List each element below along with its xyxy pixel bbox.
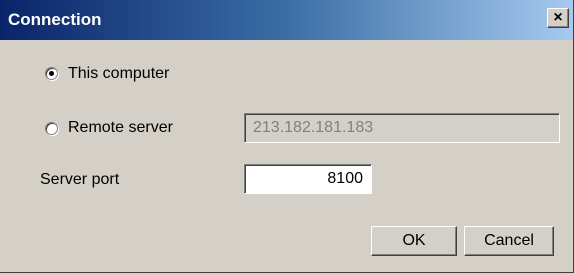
cancel-button[interactable]: Cancel bbox=[464, 226, 554, 256]
ok-button[interactable]: OK bbox=[371, 226, 457, 256]
this-computer-label[interactable]: This computer bbox=[68, 64, 169, 84]
server-port-input[interactable]: 8100 bbox=[244, 164, 372, 194]
title-bar[interactable]: Connection × bbox=[0, 0, 573, 40]
dialog-title: Connection bbox=[8, 10, 102, 29]
connection-dialog: Connection × This computer Remote server… bbox=[0, 0, 574, 273]
remote-server-address-field[interactable]: 213.182.181.183 bbox=[244, 113, 560, 143]
radio-selected-dot bbox=[49, 71, 54, 76]
server-port-label: Server port bbox=[40, 171, 120, 188]
remote-server-radio[interactable] bbox=[45, 122, 58, 135]
remote-server-label[interactable]: Remote server bbox=[68, 118, 173, 138]
this-computer-radio[interactable] bbox=[45, 67, 58, 80]
close-icon: × bbox=[553, 9, 563, 26]
close-button[interactable]: × bbox=[547, 8, 569, 28]
